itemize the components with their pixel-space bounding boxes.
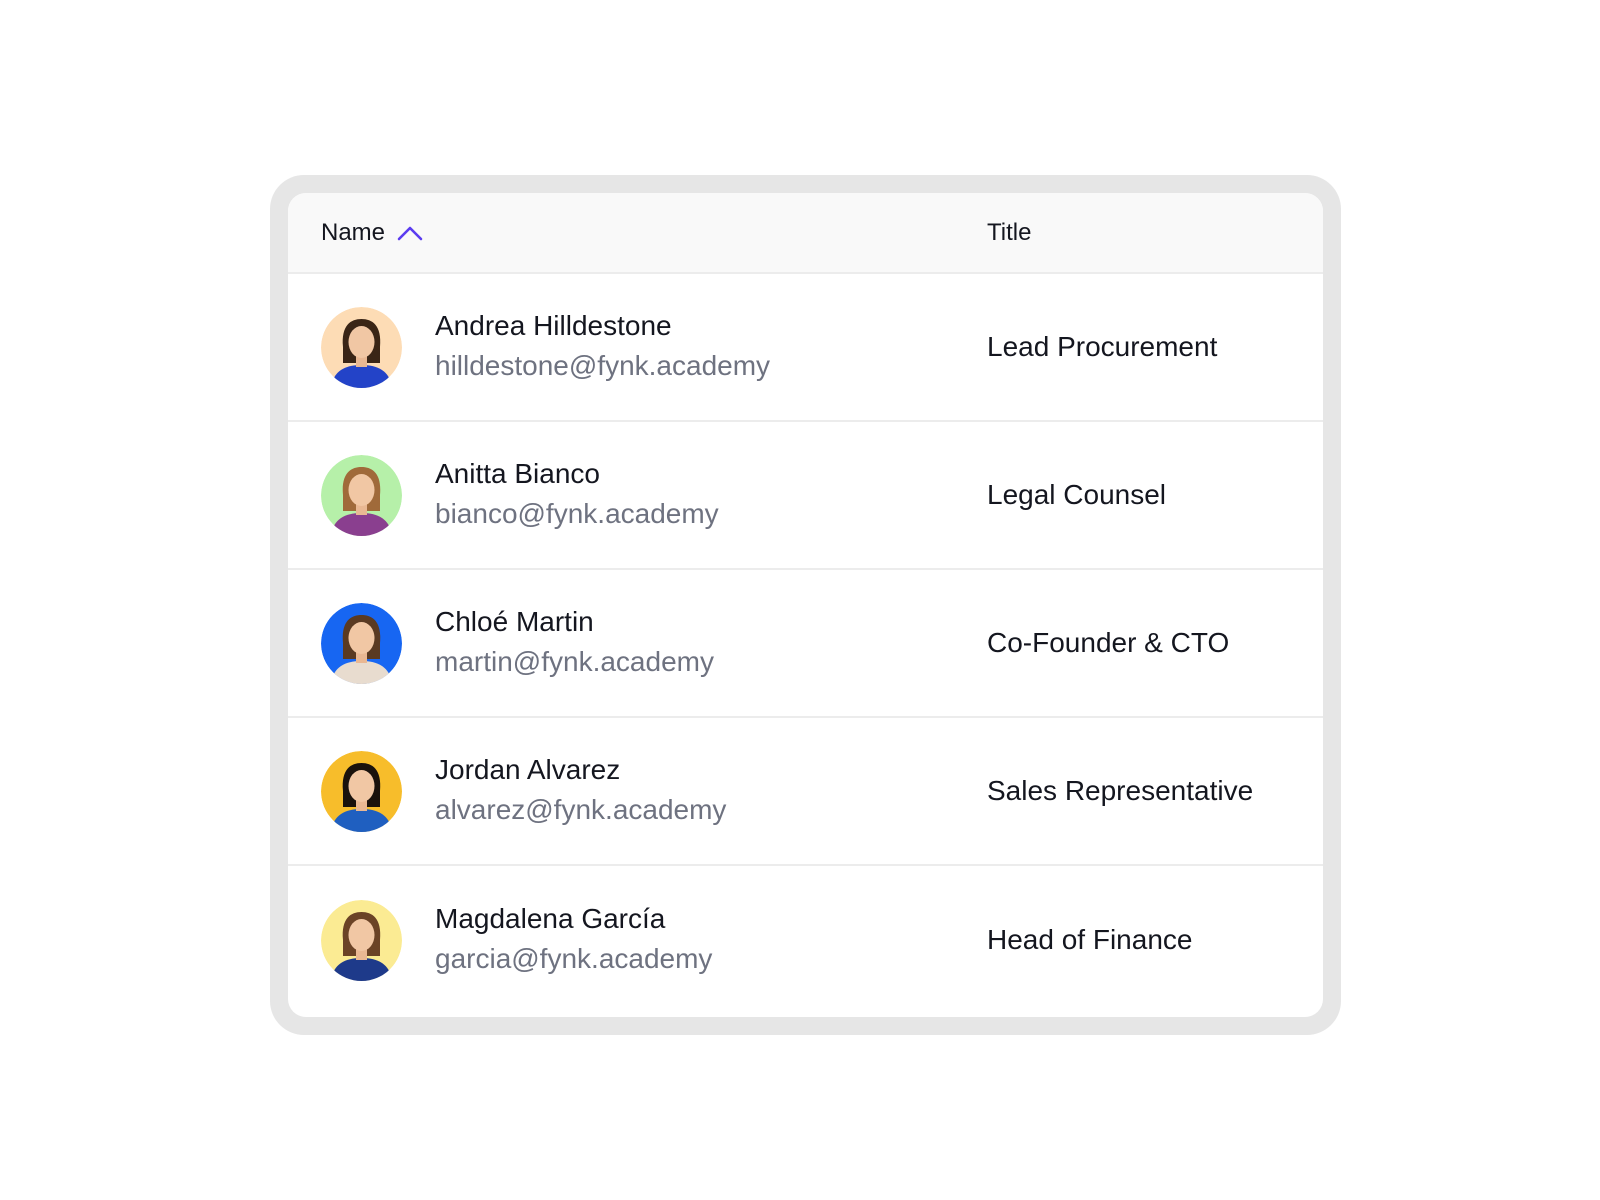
person-info: Chloé Martin martin@fynk.academy [435, 603, 714, 683]
person-email: bianco@fynk.academy [435, 498, 719, 529]
person-info: Magdalena García garcia@fynk.academy [435, 900, 712, 980]
person-name: Magdalena García [435, 903, 666, 934]
person-title: Sales Representative [987, 775, 1254, 806]
chevron-up-icon[interactable] [397, 225, 423, 241]
table-row[interactable]: Andrea Hilldestone hilldestone@fynk.acad… [288, 274, 1323, 422]
person-name: Anitta Bianco [435, 458, 600, 489]
avatar [321, 454, 402, 536]
person-info: Anitta Bianco bianco@fynk.academy [435, 455, 719, 535]
person-email: hilldestone@fynk.academy [435, 350, 771, 381]
person-email: martin@fynk.academy [435, 646, 714, 677]
avatar [321, 899, 402, 981]
person-title: Lead Procurement [987, 331, 1218, 362]
person-info: Andrea Hilldestone hilldestone@fynk.acad… [435, 307, 770, 387]
person-title: Head of Finance [987, 924, 1193, 955]
table-row[interactable]: Magdalena García garcia@fynk.academy Hea… [288, 866, 1323, 1014]
person-email: alvarez@fynk.academy [435, 794, 727, 825]
table-row[interactable]: Chloé Martin martin@fynk.academy Co-Foun… [288, 570, 1323, 718]
avatar [321, 306, 402, 388]
table-row[interactable]: Anitta Bianco bianco@fynk.academy Legal … [288, 422, 1323, 570]
column-header-title[interactable]: Title [987, 219, 1031, 247]
avatar [321, 750, 402, 832]
person-name: Andrea Hilldestone [435, 310, 672, 341]
person-name: Chloé Martin [435, 606, 594, 637]
person-email: garcia@fynk.academy [435, 943, 713, 974]
avatar [321, 602, 402, 684]
people-table: Name Title Andrea Hilldestone hilldeston… [288, 193, 1323, 1017]
person-name: Jordan Alvarez [435, 754, 621, 785]
table-header: Name Title [288, 193, 1323, 274]
person-info: Jordan Alvarez alvarez@fynk.academy [435, 751, 726, 831]
column-header-name[interactable]: Name [321, 219, 423, 247]
person-title: Co-Founder & CTO [987, 627, 1230, 658]
table-row[interactable]: Jordan Alvarez alvarez@fynk.academy Sale… [288, 718, 1323, 866]
person-title: Legal Counsel [987, 479, 1167, 510]
table-frame: Name Title Andrea Hilldestone hilldeston… [270, 175, 1341, 1035]
column-header-name-label: Name [321, 218, 386, 246]
column-header-title-label: Title [987, 218, 1032, 246]
